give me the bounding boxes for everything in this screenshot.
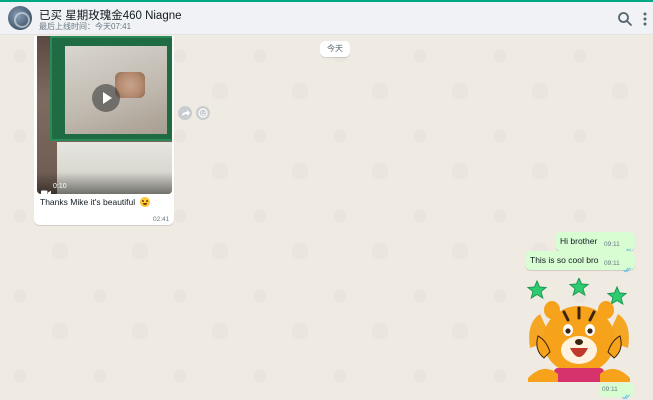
sticker-meta: 09:11 <box>599 383 634 400</box>
more-vertical-icon[interactable] <box>641 10 649 28</box>
chat-header: 已买 星期玫瑰金460 Niagne 最后上线时间：今天07:41 <box>0 2 653 35</box>
message-time: 09:11 <box>602 386 618 393</box>
forward-icon[interactable] <box>178 106 192 120</box>
message-time: 09:11 <box>604 241 620 248</box>
incoming-video-message[interactable]: 0:10 Thanks Mike it's beautiful 02:41 <box>34 36 174 225</box>
outgoing-message[interactable]: This is so cool bro 09:11 <box>525 251 635 273</box>
last-seen-status: 最后上线时间：今天07:41 <box>39 22 132 31</box>
message-text: Hi brother <box>560 236 598 246</box>
search-icon[interactable] <box>616 10 634 28</box>
outgoing-message[interactable]: Hi brother 09:11 <box>555 232 635 254</box>
video-camera-icon <box>41 184 51 194</box>
caption-text: Thanks Mike it's beautiful <box>40 197 136 207</box>
video-thumbnail[interactable]: 0:10 <box>37 36 172 194</box>
read-ticks-icon <box>623 241 632 254</box>
video-duration: 0:10 <box>53 183 67 190</box>
message-text: This is so cool bro <box>530 255 599 265</box>
emoji-reaction-icon[interactable] <box>196 106 210 120</box>
star-struck-emoji-icon <box>139 197 150 207</box>
message-time: 09:11 <box>604 260 620 267</box>
contact-avatar[interactable] <box>8 6 32 30</box>
play-icon[interactable] <box>92 84 120 112</box>
date-divider: 今天 <box>320 41 350 57</box>
chat-panel[interactable]: 今天 0:10 Thanks Mike it's beautiful 02:41 <box>0 36 653 400</box>
read-ticks-icon <box>623 260 632 273</box>
message-time: 02:41 <box>153 216 170 223</box>
tiger-sticker[interactable] <box>524 276 634 383</box>
read-ticks-icon <box>622 387 631 400</box>
message-caption: Thanks Mike it's beautiful <box>40 197 150 207</box>
